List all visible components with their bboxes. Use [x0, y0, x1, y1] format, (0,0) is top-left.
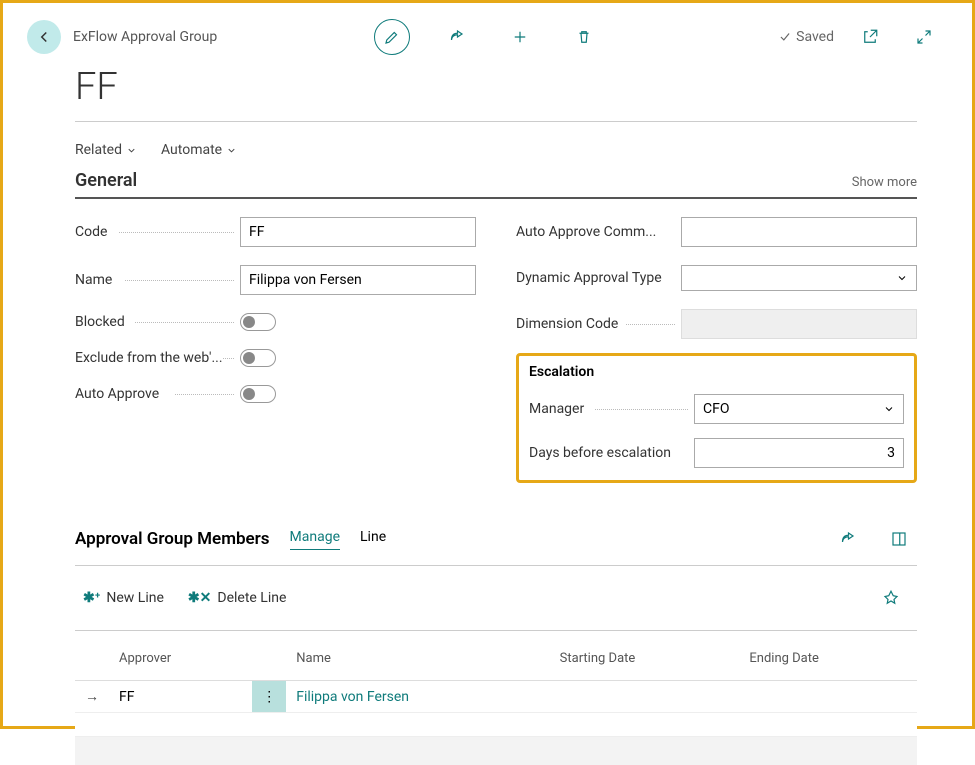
- automate-menu[interactable]: Automate: [161, 142, 237, 158]
- name-label: Name: [75, 272, 240, 288]
- general-heading: General: [75, 170, 137, 191]
- blocked-label: Blocked: [75, 314, 240, 330]
- new-line-button[interactable]: ✱⁺ New Line: [83, 590, 164, 606]
- dimension-code-input: [681, 309, 917, 339]
- popout-icon[interactable]: [852, 19, 888, 55]
- row-selector-icon[interactable]: →: [75, 681, 109, 713]
- dimension-code-label: Dimension Code: [516, 316, 681, 332]
- delete-line-button[interactable]: ✱✕ Delete Line: [188, 590, 286, 606]
- cell-name[interactable]: Filippa von Fersen: [286, 681, 549, 713]
- share-icon[interactable]: [438, 19, 474, 55]
- manager-label: Manager: [529, 401, 694, 417]
- related-menu[interactable]: Related: [75, 142, 137, 158]
- new-line-icon: ✱⁺: [83, 590, 100, 606]
- exclude-web-toggle[interactable]: [240, 349, 276, 367]
- cell-end[interactable]: [739, 681, 917, 713]
- table-row[interactable]: [75, 713, 917, 737]
- add-button[interactable]: [502, 19, 538, 55]
- breadcrumb: ExFlow Approval Group: [73, 29, 217, 45]
- page-title: FF: [75, 65, 917, 109]
- delete-line-label: Delete Line: [217, 590, 286, 606]
- auto-approve-label: Auto Approve: [75, 386, 240, 402]
- table-row[interactable]: → FF ⋮ Filippa von Fersen: [75, 681, 917, 713]
- related-label: Related: [75, 142, 122, 158]
- cell-approver[interactable]: FF: [109, 681, 252, 713]
- delete-button[interactable]: [566, 19, 602, 55]
- expand-icon[interactable]: [906, 19, 942, 55]
- code-input[interactable]: [240, 217, 476, 247]
- auto-approve-comm-label: Auto Approve Comm...: [516, 224, 681, 240]
- escalation-section: Escalation Manager CFO Days before escal…: [516, 353, 917, 483]
- dynamic-type-label: Dynamic Approval Type: [516, 270, 681, 286]
- saved-indicator: Saved: [778, 29, 834, 45]
- chevron-down-icon: [896, 272, 908, 284]
- chevron-down-icon: [883, 403, 895, 415]
- manager-value: CFO: [703, 401, 729, 417]
- tab-line[interactable]: Line: [360, 529, 386, 549]
- manager-select[interactable]: CFO: [694, 394, 904, 424]
- col-name[interactable]: Name: [286, 637, 549, 681]
- blocked-toggle[interactable]: [240, 313, 276, 331]
- escalation-heading: Escalation: [529, 364, 904, 380]
- share-members-icon[interactable]: [829, 521, 865, 557]
- tab-manage[interactable]: Manage: [290, 529, 340, 550]
- auto-approve-toggle[interactable]: [240, 385, 276, 403]
- col-approver[interactable]: Approver: [109, 637, 252, 681]
- edit-button[interactable]: [374, 19, 410, 55]
- saved-label: Saved: [796, 29, 834, 45]
- col-start[interactable]: Starting Date: [550, 637, 740, 681]
- pin-icon[interactable]: [873, 580, 909, 616]
- auto-approve-comm-input[interactable]: [681, 217, 917, 247]
- days-escalation-input[interactable]: [694, 438, 904, 468]
- cell-start[interactable]: [550, 681, 740, 713]
- days-escalation-label: Days before escalation: [529, 445, 694, 461]
- show-more-link[interactable]: Show more: [852, 175, 917, 190]
- dynamic-type-select[interactable]: [681, 265, 917, 291]
- members-heading: Approval Group Members: [75, 529, 270, 549]
- col-end[interactable]: Ending Date: [739, 637, 917, 681]
- code-label: Code: [75, 224, 240, 240]
- new-line-label: New Line: [106, 590, 164, 606]
- automate-label: Automate: [161, 142, 222, 158]
- back-button[interactable]: [27, 20, 61, 54]
- delete-line-icon: ✱✕: [188, 590, 211, 606]
- row-menu-icon[interactable]: ⋮: [252, 681, 286, 713]
- name-input[interactable]: [240, 265, 476, 295]
- exclude-web-label: Exclude from the web'...: [75, 350, 240, 366]
- expand-members-icon[interactable]: [881, 521, 917, 557]
